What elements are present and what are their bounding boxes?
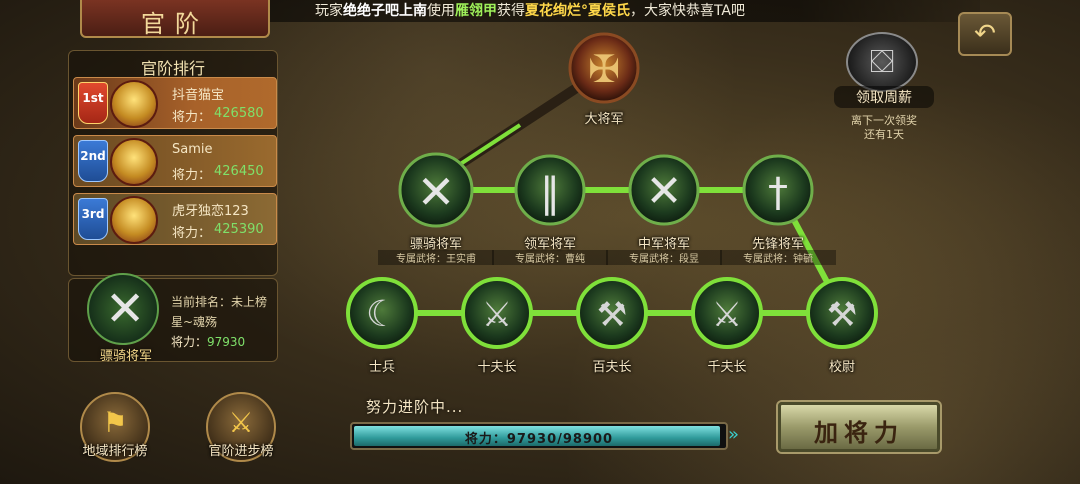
svg-text:✕: ✕ [417, 165, 456, 219]
back-button[interactable]: ↶ [958, 12, 1012, 56]
banner-text: 玩家 [314, 3, 343, 19]
svg-text:⚔: ⚔ [482, 295, 512, 335]
banner-text: 获得 [496, 3, 525, 19]
node-general-3[interactable]: ✕ [628, 154, 700, 226]
banner-item: 雁翎甲 [454, 3, 497, 19]
node-general-1[interactable]: ✕ [398, 152, 474, 228]
node-general-sub: 专属武将：钟毓 [720, 250, 836, 265]
rank-emblem-icon [110, 196, 158, 244]
node-soldier-1[interactable]: ☾ [346, 277, 418, 349]
banner-player: 绝绝子吧上南 [342, 3, 427, 19]
boost-power-label: 加将力 [814, 418, 904, 447]
self-power: 97930 [207, 335, 246, 349]
player-name: 抖音猫宝 [172, 88, 225, 103]
page-title: 官阶 [141, 10, 209, 38]
rank-progress-label: 官阶进步榜 [208, 444, 274, 459]
power-label: 将力： [172, 110, 212, 125]
self-power-label: 将力： [171, 335, 208, 349]
node-soldier-3[interactable]: ⚒ [576, 277, 648, 349]
self-current-rank: 当前排名：未上榜 [171, 295, 268, 309]
ranking-title: 官阶排行 [140, 59, 205, 78]
rank-emblem-icon [110, 80, 158, 128]
back-arrow-icon: ↶ [974, 19, 996, 49]
map-pin-icon: ⚑ [102, 406, 128, 439]
power-label: 将力： [172, 226, 212, 241]
node-soldier-4[interactable]: ⚔ [691, 277, 763, 349]
svg-text:✕: ✕ [646, 166, 683, 217]
rank-badge-icon: 1st [78, 82, 108, 124]
rank-badge-icon: 3rd [78, 198, 108, 240]
node-general-4[interactable]: † [742, 154, 814, 226]
svg-text:⚒: ⚒ [597, 295, 627, 335]
node-general-sub: 专属武将：曹纯 [492, 250, 608, 265]
progress-arrow-icon: » [728, 424, 740, 445]
ranking-row[interactable]: 2nd Samie 将力： 426450 [73, 135, 277, 187]
player-power: 426580 [214, 106, 264, 121]
svg-text:‖: ‖ [540, 170, 560, 216]
self-rank-panel: ✕ 骠骑将军 当前排名：未上榜 星~魂殇 将力：97930 [68, 273, 278, 364]
node-soldier-label: 十夫长 [477, 360, 517, 375]
salary-note-line: 离下一次领奖 [851, 114, 917, 127]
rank-emblem-icon [110, 138, 158, 186]
player-power: 426450 [214, 164, 264, 179]
progress-caption: 努力进阶中... [366, 398, 464, 416]
node-general-sub: 专属武将：段昱 [606, 250, 722, 265]
ranking-row[interactable]: 1st 抖音猫宝 将力： 426580 [73, 77, 277, 129]
node-general-sub: 专属武将：王实甫 [378, 250, 494, 265]
node-soldier-5[interactable]: ⚒ [806, 277, 878, 349]
node-general-2[interactable]: ‖ [514, 154, 586, 226]
node-soldier-label: 校尉 [828, 360, 855, 375]
swords-arrow-icon: ⚔ [228, 406, 254, 439]
svg-text:†: † [768, 170, 788, 216]
node-top-label: 大将军 [584, 112, 624, 127]
power-progress-bar: 将力：97930/98900 [350, 422, 728, 450]
game-screen: ✠ ✕ ‖ ✕ † ☾ ⚔ ⚒ ⚔ ⚒ 玩家绝绝子吧上南使用雁翎甲获得夏花绚烂°… [0, 0, 1080, 484]
power-progress-text: 将力：97930/98900 [464, 432, 614, 447]
player-name: 虎牙独恋123 [172, 204, 249, 219]
banner-text: 使用 [426, 3, 455, 19]
player-power: 425390 [214, 222, 264, 237]
salary-note-line: 还有1天 [864, 128, 904, 141]
ranking-panel: 官阶排行 1st 抖音猫宝 将力： 426580 2nd Samie 将力： 4… [68, 50, 278, 276]
treasure-chest-icon: ⛋ [869, 42, 895, 80]
weekly-salary-label[interactable]: 领取周薪 [834, 86, 934, 108]
node-soldier-2[interactable]: ⚔ [461, 277, 533, 349]
boost-power-button[interactable]: 加将力 [778, 402, 940, 452]
player-name: Samie [172, 142, 213, 157]
self-rank-emblem-icon: ✕ [87, 273, 159, 345]
svg-text:⚒: ⚒ [827, 295, 857, 335]
node-soldier-label: 百夫长 [592, 360, 632, 375]
node-top[interactable]: ✠ [568, 32, 640, 104]
region-ranking-label: 地域排行榜 [82, 444, 148, 459]
svg-text:☾: ☾ [366, 294, 398, 335]
svg-text:⚔: ⚔ [712, 295, 742, 335]
power-label: 将力： [172, 168, 212, 183]
weekly-salary-note: 离下一次领奖 还有1天 [826, 114, 942, 142]
self-power-line: 将力：97930 [171, 333, 245, 350]
svg-text:✠: ✠ [588, 47, 620, 91]
banner-text: ，大家快恭喜TA吧 [629, 3, 746, 19]
banner-reward: 夏花绚烂°夏侯氏 [524, 3, 630, 19]
ranking-row[interactable]: 3rd 虎牙独恋123 将力： 425390 [73, 193, 277, 245]
self-rank-name: 骠骑将军 [99, 349, 152, 364]
self-name: 星~魂殇 [171, 315, 218, 329]
node-soldier-label: 千夫长 [707, 360, 747, 375]
rank-badge-icon: 2nd [78, 140, 108, 182]
page-title-tab: 官阶 [80, 0, 270, 38]
weekly-salary-button[interactable]: ⛋ [846, 32, 918, 92]
node-soldier-label: 士兵 [368, 360, 395, 375]
